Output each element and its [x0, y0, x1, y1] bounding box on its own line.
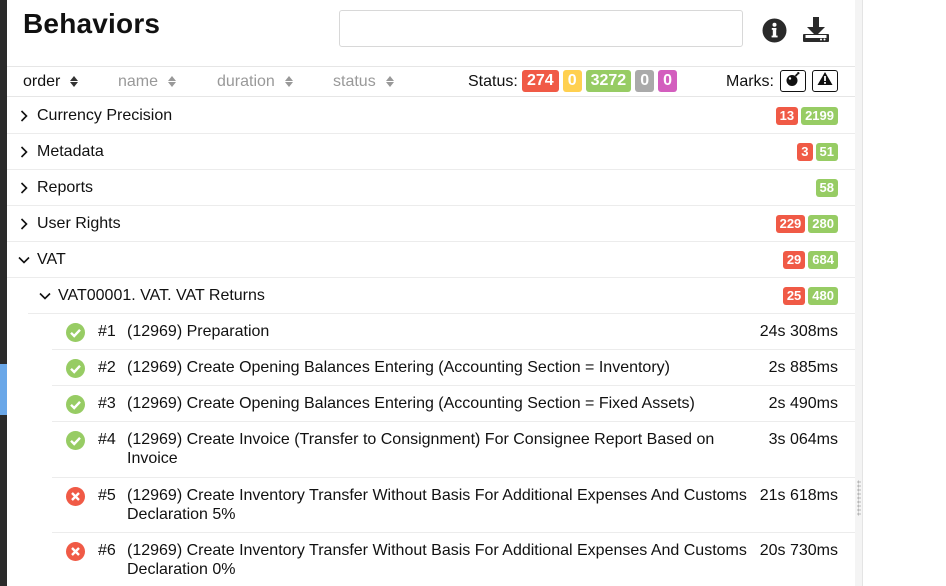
download-icon[interactable] [801, 15, 831, 45]
group-stats: 229 280 [775, 215, 838, 233]
test-case-duration: 2s 885ms [768, 359, 838, 376]
test-case-name: (12969) Create Inventory Transfer Withou… [127, 487, 747, 523]
status-passed-toggle[interactable]: 3272 [585, 70, 632, 92]
test-case-duration: 20s 730ms [759, 542, 838, 559]
marks-label: Marks: [726, 73, 774, 90]
sort-arrows-icon [284, 76, 293, 87]
status-skipped-toggle[interactable]: 0 [635, 70, 655, 92]
subgroup-stats: 25 480 [782, 287, 838, 305]
passed-check-icon [66, 359, 85, 378]
failed-count-badge: 3 [797, 143, 813, 161]
failed-x-icon [66, 542, 85, 561]
search-input[interactable] [339, 10, 743, 47]
sort-arrows-icon [168, 76, 177, 87]
sort-order-label: order [23, 72, 61, 90]
passed-check-icon [66, 323, 85, 342]
bomb-icon [785, 71, 801, 92]
passed-count-badge: 684 [808, 251, 838, 269]
left-panel-edge [0, 0, 7, 586]
test-case-duration: 24s 308ms [759, 323, 838, 340]
sort-toolbar: order name duration status Status: 274 0… [7, 66, 855, 97]
test-case-number: #1 [98, 323, 116, 340]
passed-count-badge: 51 [815, 143, 838, 161]
test-case-number: #2 [98, 359, 116, 376]
status-failed-toggle[interactable]: 274 [522, 70, 559, 92]
group-label: Currency Precision [37, 106, 173, 124]
sort-order[interactable]: order [23, 67, 79, 96]
mark-warning-toggle[interactable] [812, 70, 838, 92]
mark-flaky-toggle[interactable] [780, 70, 806, 92]
test-case-number: #5 [98, 487, 116, 504]
group-stats: 29 684 [782, 251, 838, 269]
behaviors-pane: Behaviors order name duration status Sta… [7, 0, 855, 586]
failed-x-icon [66, 487, 85, 506]
failed-count-badge: 25 [782, 287, 806, 305]
test-case-row[interactable]: #6 (12969) Create Inventory Transfer Wit… [52, 533, 855, 586]
status-filter-label: Status: [468, 73, 518, 90]
sort-arrows-icon [70, 76, 79, 87]
test-case-row[interactable]: #4 (12969) Create Invoice (Transfer to C… [52, 422, 855, 478]
group-label: Metadata [37, 142, 104, 160]
group-label: Reports [37, 178, 94, 196]
chevron-down-icon [17, 253, 31, 267]
group-stats: 3 51 [797, 143, 838, 161]
sort-status-label: status [333, 72, 376, 90]
test-case-name: (12969) Preparation [127, 323, 270, 340]
splitter-grip[interactable] [857, 480, 861, 516]
test-case-number: #4 [98, 431, 116, 448]
group-row[interactable]: Currency Precision 13 2199 [7, 98, 855, 134]
detail-pane [862, 0, 946, 586]
group-label: VAT [37, 250, 66, 268]
group-row[interactable]: Metadata 3 51 [7, 134, 855, 170]
passed-count-badge: 58 [815, 179, 838, 197]
sort-duration-label: duration [217, 72, 275, 90]
group-row[interactable]: User Rights 229 280 [7, 206, 855, 242]
passed-count-badge: 2199 [801, 107, 838, 125]
status-unknown-toggle[interactable]: 0 [658, 70, 678, 92]
test-case-number: #3 [98, 395, 116, 412]
sort-status[interactable]: status [333, 67, 394, 96]
page-title: Behaviors [23, 8, 161, 39]
group-stats: 58 [815, 179, 838, 197]
passed-check-icon [66, 395, 85, 414]
left-panel-resize-accent[interactable] [0, 364, 7, 415]
status-filter: 274 0 3272 0 0 [522, 70, 678, 92]
sort-duration[interactable]: duration [217, 67, 293, 96]
test-case-row[interactable]: #3 (12969) Create Opening Balances Enter… [52, 386, 855, 422]
group-row[interactable]: VAT 29 684 [7, 242, 855, 278]
test-case-row[interactable]: #1 (12969) Preparation 24s 308ms [52, 314, 855, 350]
sort-name-label: name [118, 72, 159, 90]
chevron-right-icon [17, 145, 31, 159]
passed-check-icon [66, 431, 85, 450]
warning-triangle-icon [817, 71, 833, 91]
sort-name[interactable]: name [118, 67, 177, 96]
failed-count-badge: 29 [782, 251, 806, 269]
test-case-row[interactable]: #2 (12969) Create Opening Balances Enter… [52, 350, 855, 386]
info-icon[interactable] [762, 18, 787, 43]
group-row[interactable]: Reports 58 [7, 170, 855, 206]
test-case-name: (12969) Create Opening Balances Entering… [127, 395, 695, 412]
failed-count-badge: 229 [775, 215, 806, 233]
test-case-duration: 2s 490ms [768, 395, 838, 412]
chevron-right-icon [17, 109, 31, 123]
test-case-duration: 3s 064ms [768, 431, 838, 448]
chevron-down-icon [38, 289, 52, 303]
test-case-number: #6 [98, 542, 116, 559]
failed-count-badge: 13 [775, 107, 799, 125]
subgroup-row[interactable]: VAT00001. VAT. VAT Returns 25 480 [28, 278, 855, 314]
passed-count-badge: 480 [808, 287, 838, 305]
chevron-right-icon [17, 217, 31, 231]
test-case-duration: 21s 618ms [759, 487, 838, 504]
test-case-name: (12969) Create Inventory Transfer Withou… [127, 542, 747, 578]
test-case-name: (12969) Create Invoice (Transfer to Cons… [127, 431, 715, 467]
test-case-row[interactable]: #5 (12969) Create Inventory Transfer Wit… [52, 478, 855, 533]
group-stats: 13 2199 [775, 107, 838, 125]
passed-count-badge: 280 [808, 215, 838, 233]
subgroup-label: VAT00001. VAT. VAT Returns [58, 286, 265, 304]
sort-arrows-icon [385, 76, 394, 87]
status-broken-toggle[interactable]: 0 [562, 70, 582, 92]
group-label: User Rights [37, 214, 121, 232]
test-case-name: (12969) Create Opening Balances Entering… [127, 359, 670, 376]
chevron-right-icon [17, 181, 31, 195]
